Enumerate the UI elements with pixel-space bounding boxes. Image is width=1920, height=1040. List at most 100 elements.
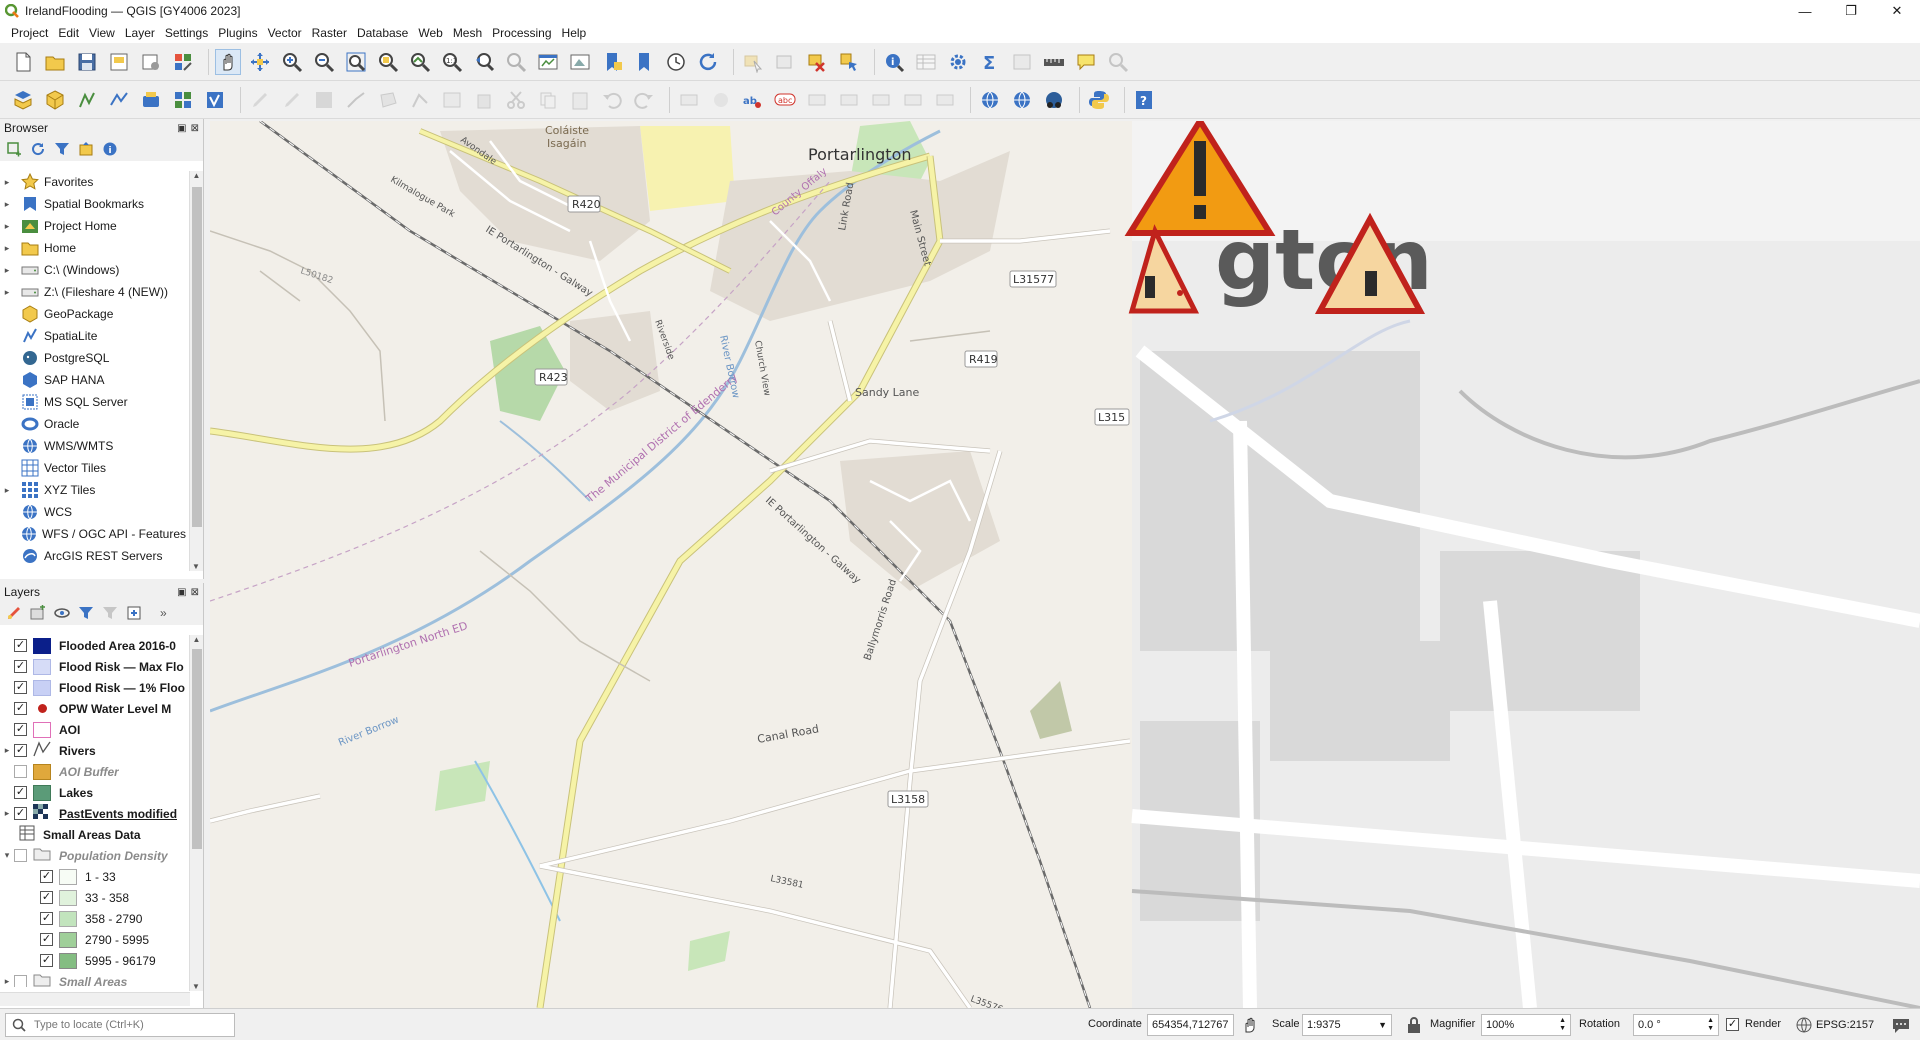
browser-item-wfs[interactable]: WFS / OGC API - Features: [0, 523, 186, 545]
group-visibility-checkbox[interactable]: [14, 849, 27, 862]
close-panel-icon[interactable]: ⊠: [191, 587, 199, 598]
legend-class-item[interactable]: ✓ 1 - 33: [0, 866, 190, 887]
pin-labels-icon[interactable]: [804, 87, 830, 113]
class-visibility-checkbox[interactable]: ✓: [40, 891, 53, 904]
layer-visibility-checkbox[interactable]: ✓: [14, 660, 27, 673]
new-temporary-layer-icon[interactable]: [138, 87, 164, 113]
zoom-to-layer-icon[interactable]: [407, 49, 433, 75]
minimize-button[interactable]: —: [1782, 0, 1828, 22]
menu-mesh[interactable]: Mesh: [448, 26, 487, 40]
expand-arrow-icon[interactable]: ▸: [0, 976, 14, 987]
class-visibility-checkbox[interactable]: ✓: [40, 912, 53, 925]
layer-item[interactable]: ✓ OPW Water Level M: [0, 698, 190, 719]
manage-themes-icon[interactable]: [54, 605, 70, 621]
browser-item-geopackage[interactable]: GeoPackage: [0, 303, 186, 325]
legend-class-item[interactable]: ✓ 33 - 358: [0, 887, 190, 908]
new-bookmark-icon[interactable]: [599, 49, 625, 75]
layer-visibility-checkbox[interactable]: ✓: [14, 723, 27, 736]
add-group-icon[interactable]: [30, 605, 46, 621]
save-edits-icon[interactable]: [311, 87, 337, 113]
class-visibility-checkbox[interactable]: ✓: [40, 954, 53, 967]
layer-visibility-checkbox[interactable]: ✓: [14, 702, 27, 715]
toggle-label-display-icon[interactable]: abc: [772, 87, 798, 113]
locator-search-input[interactable]: Type to locate (Ctrl+K): [5, 1013, 235, 1037]
layer-group[interactable]: ▾ Population Density: [0, 845, 190, 866]
toggle-editing-icon[interactable]: [279, 87, 305, 113]
browser-item-wms[interactable]: WMS/WMTS: [0, 435, 186, 457]
layer-visibility-checkbox[interactable]: [14, 765, 27, 778]
filter-by-expression-icon[interactable]: [102, 605, 118, 621]
open-field-calculator-icon[interactable]: [1009, 49, 1035, 75]
browser-item-sap-hana[interactable]: SAP HANA: [0, 369, 186, 391]
close-button[interactable]: ✕: [1874, 0, 1920, 22]
menu-help[interactable]: Help: [557, 26, 592, 40]
layer-item[interactable]: ✓ Lakes: [0, 782, 190, 803]
toggle-extents-icon[interactable]: [1241, 1016, 1259, 1037]
menu-layer[interactable]: Layer: [120, 26, 160, 40]
map-tips-icon[interactable]: [1073, 49, 1099, 75]
class-visibility-checkbox[interactable]: ✓: [40, 933, 53, 946]
measure-line-icon[interactable]: [1041, 49, 1067, 75]
crs-button[interactable]: EPSG:2157: [1795, 1016, 1874, 1034]
menu-web[interactable]: Web: [413, 26, 447, 40]
pan-to-selection-icon[interactable]: [247, 49, 273, 75]
expand-arrow-icon[interactable]: ▸: [0, 177, 14, 188]
add-raster-layer-icon[interactable]: [170, 87, 196, 113]
globe-plugin-icon[interactable]: [977, 87, 1003, 113]
new-geopackage-icon[interactable]: [42, 87, 68, 113]
layer-visibility-checkbox[interactable]: ✓: [14, 639, 27, 652]
legend-class-item[interactable]: ✓ 2790 - 5995: [0, 929, 190, 950]
zoom-to-selection-icon[interactable]: [375, 49, 401, 75]
expand-arrow-icon[interactable]: ▸: [0, 265, 14, 276]
python-console-icon[interactable]: [1086, 87, 1112, 113]
scale-combobox[interactable]: 1:9375 ▼: [1302, 1014, 1392, 1036]
select-location-icon[interactable]: [836, 49, 862, 75]
expand-arrow-icon[interactable]: ▸: [0, 221, 14, 232]
browser-item-xyz-tiles[interactable]: ▸ XYZ Tiles: [0, 479, 186, 501]
copy-features-icon[interactable]: [535, 87, 561, 113]
collapse-all-icon[interactable]: [78, 141, 94, 157]
add-selected-layers-icon[interactable]: [6, 141, 22, 157]
browser-item-vector-tiles[interactable]: Vector Tiles: [0, 457, 186, 479]
expand-arrow-icon[interactable]: ▸: [0, 808, 14, 819]
zoom-out-icon[interactable]: [311, 49, 337, 75]
digitize-line-icon[interactable]: [343, 87, 369, 113]
new-print-layout-icon[interactable]: [106, 49, 132, 75]
layer-visibility-checkbox[interactable]: ✓: [14, 744, 27, 757]
identify-features-icon[interactable]: i: [881, 49, 907, 75]
show-bookmarks-icon[interactable]: [631, 49, 657, 75]
add-polygon-icon[interactable]: [375, 87, 401, 113]
rotation-spinbox[interactable]: 0.0 ° ▲ ▼: [1633, 1014, 1719, 1036]
close-panel-icon[interactable]: ⊠: [191, 123, 199, 134]
browser-item-spatial-bookmarks[interactable]: ▸ Spatial Bookmarks: [0, 193, 186, 215]
browser-item-oracle[interactable]: Oracle: [0, 413, 186, 435]
save-project-icon[interactable]: [74, 49, 100, 75]
layers-hscrollbar[interactable]: [0, 992, 190, 1006]
coordinate-field[interactable]: 654354,712767: [1147, 1014, 1234, 1036]
style-panel-icon[interactable]: [6, 605, 22, 621]
help-contents-icon[interactable]: ?: [1131, 87, 1157, 113]
water-level-point-icon[interactable]: [1177, 290, 1183, 296]
diagram-options-icon[interactable]: [708, 87, 734, 113]
locator-settings-icon[interactable]: [1105, 49, 1131, 75]
paste-features-icon[interactable]: [567, 87, 593, 113]
menu-project[interactable]: Project: [6, 26, 53, 40]
layer-item[interactable]: ▸ ✓ Rivers: [0, 740, 190, 761]
new-spatialite-icon[interactable]: [106, 87, 132, 113]
messages-icon[interactable]: [1892, 1016, 1910, 1037]
maximize-button[interactable]: ❐: [1828, 0, 1874, 22]
vertex-tool-icon[interactable]: [407, 87, 433, 113]
browser-item-favorites[interactable]: ▸ Favorites: [0, 171, 186, 193]
refresh-icon[interactable]: [695, 49, 721, 75]
zoom-last-icon[interactable]: [471, 49, 497, 75]
expand-all-icon[interactable]: [126, 605, 142, 621]
layer-item[interactable]: ✓ Flood Risk — Max Flo: [0, 656, 190, 677]
layer-item[interactable]: ✓ AOI: [0, 719, 190, 740]
magnifier-spinbox[interactable]: 100% ▲ ▼: [1481, 1014, 1571, 1036]
highlight-pinned-icon[interactable]: [836, 87, 862, 113]
menu-vector[interactable]: Vector: [263, 26, 307, 40]
menu-view[interactable]: View: [84, 26, 120, 40]
modify-attributes-icon[interactable]: [439, 87, 465, 113]
browser-item-arcgis-rest[interactable]: ArcGIS REST Servers: [0, 545, 186, 567]
deselect-features-icon[interactable]: [804, 49, 830, 75]
